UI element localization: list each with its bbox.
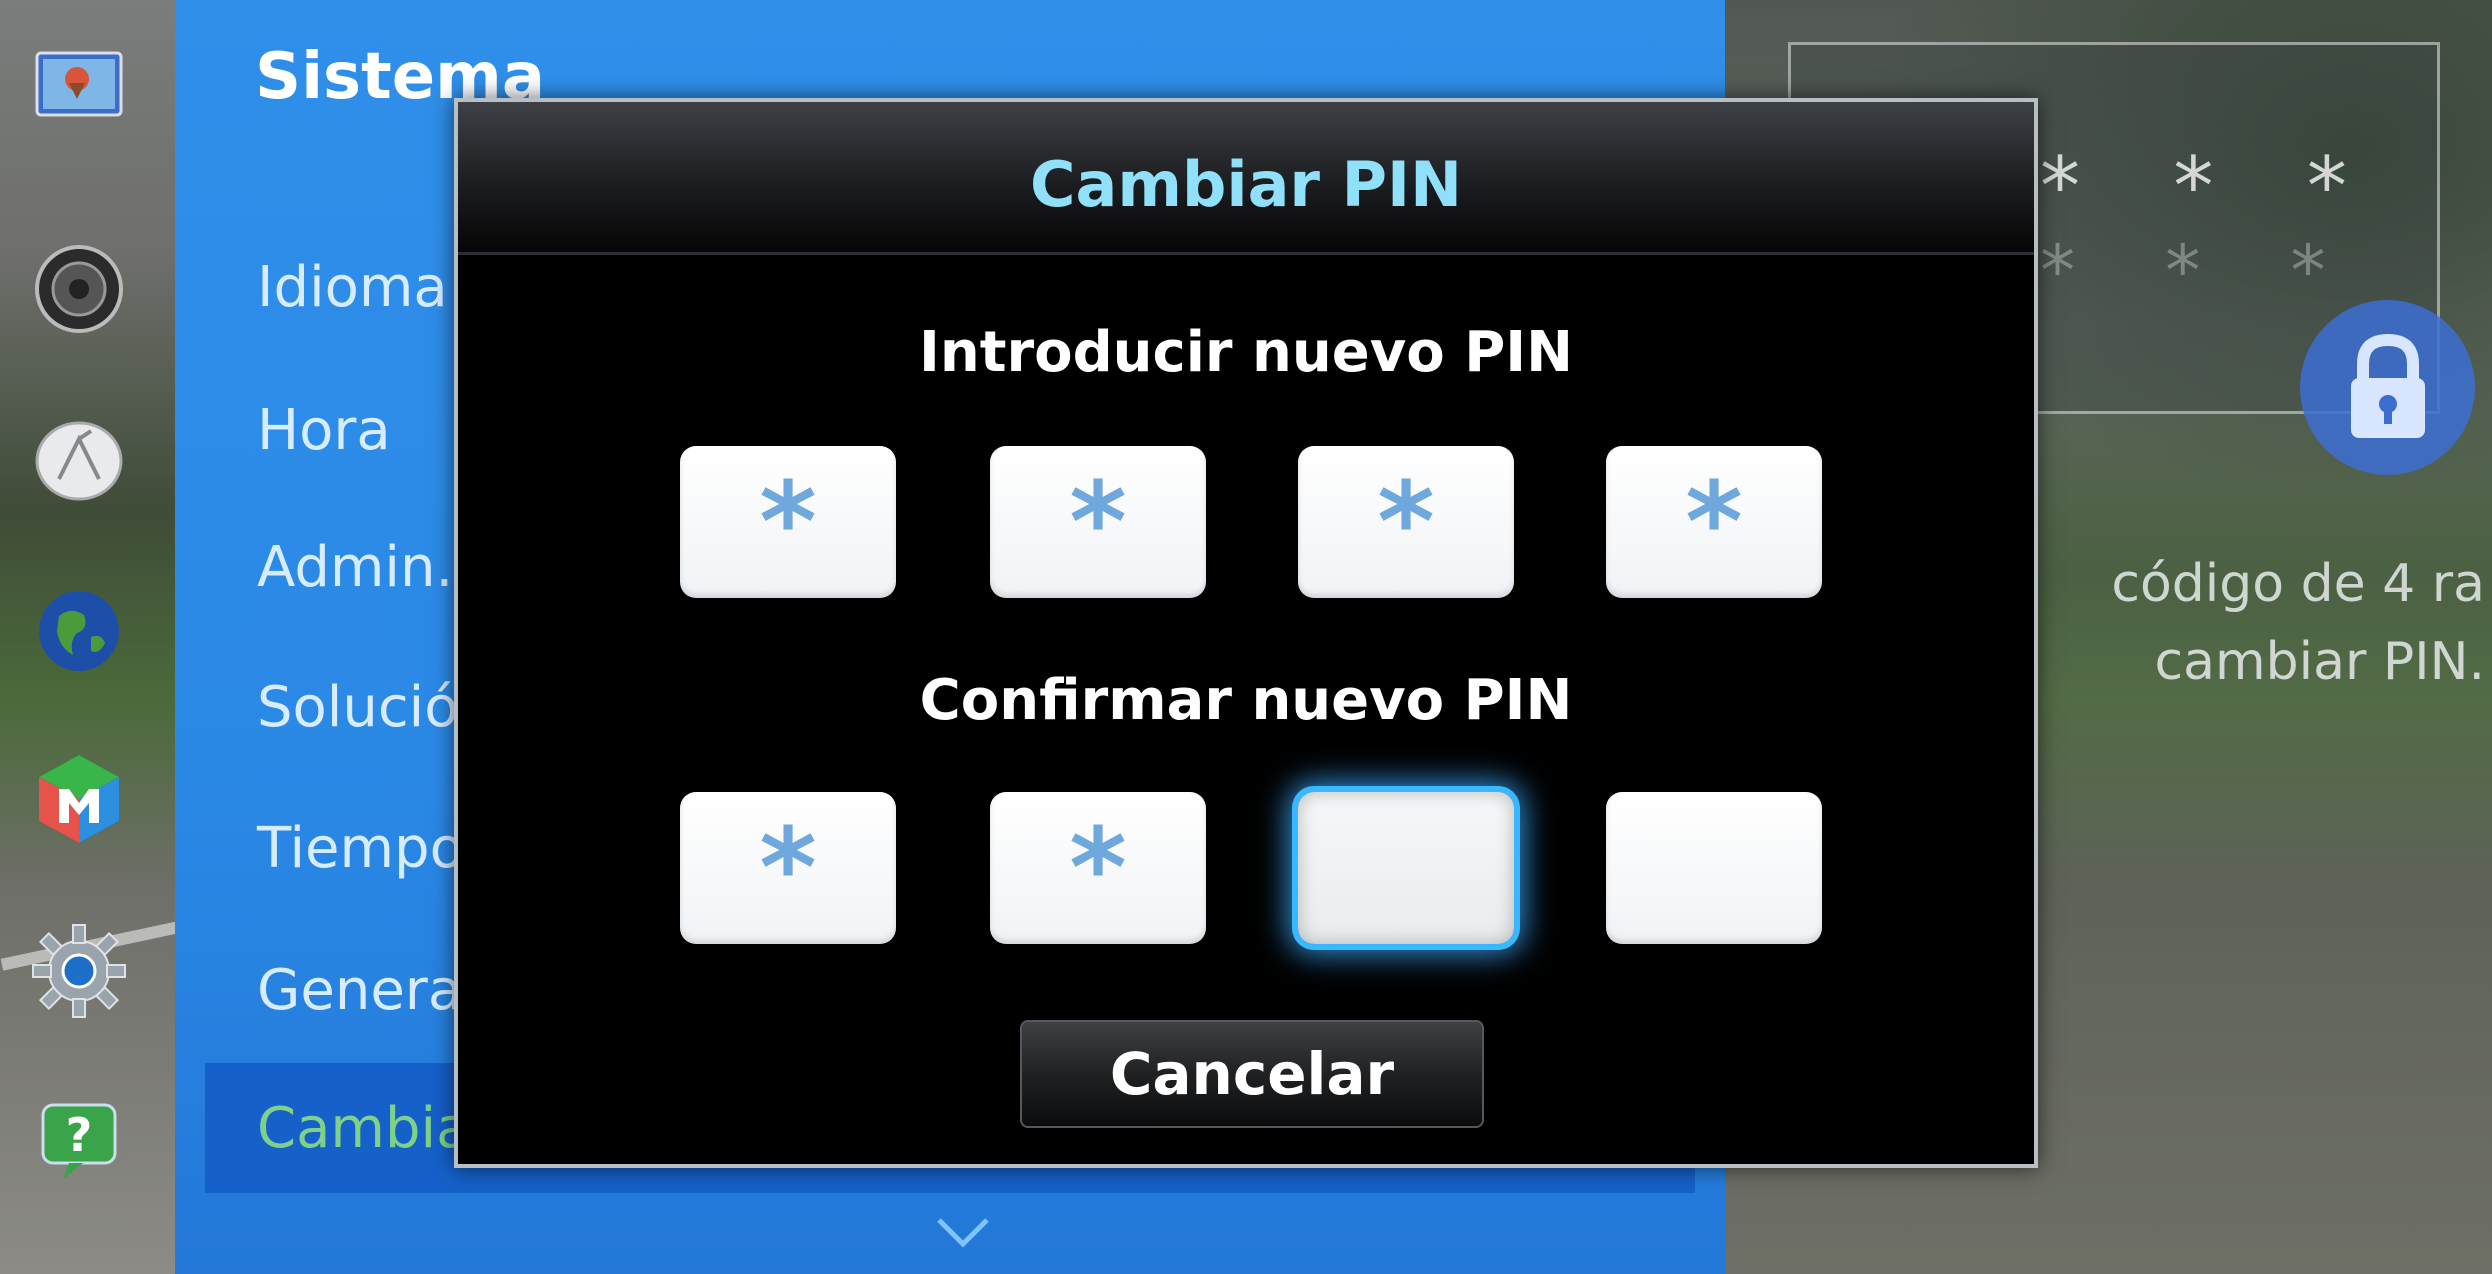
- network-icon[interactable]: [24, 576, 134, 686]
- new-pin-digit-1[interactable]: *: [680, 446, 896, 598]
- confirm-pin-label: Confirmar nuevo PIN: [919, 668, 1573, 733]
- new-pin-digit-3[interactable]: *: [1298, 446, 1514, 598]
- dialog-title: Cambiar PIN: [1030, 148, 1462, 221]
- dialog-header: Cambiar PIN: [458, 102, 2034, 255]
- info-pin-stars: * * *: [2040, 140, 2381, 233]
- svg-text:?: ?: [66, 1108, 93, 1162]
- confirm-pin-digit-1[interactable]: *: [680, 792, 896, 944]
- info-description: código de 4 ra cambiar PIN.: [2111, 554, 2485, 692]
- system-gear-icon[interactable]: [24, 916, 134, 1026]
- menu-item-general[interactable]: General: [257, 958, 478, 1023]
- chevron-down-icon[interactable]: [933, 1212, 993, 1252]
- info-pin-stars-faded: * * *: [2040, 230, 2360, 312]
- smart-hub-icon[interactable]: [24, 744, 134, 854]
- support-icon[interactable]: ?: [24, 1082, 134, 1192]
- picture-icon[interactable]: [24, 28, 134, 138]
- confirm-pin-digit-2[interactable]: *: [990, 792, 1206, 944]
- confirm-pin-digit-4[interactable]: [1606, 792, 1822, 944]
- confirm-pin-digit-3-focused[interactable]: [1298, 792, 1514, 944]
- menu-item-time[interactable]: Hora: [257, 398, 391, 463]
- lock-icon: [2300, 300, 2475, 475]
- new-pin-digit-4[interactable]: *: [1606, 446, 1822, 598]
- cancel-button[interactable]: Cancelar: [1020, 1020, 1484, 1128]
- change-pin-dialog: Cambiar PIN Introducir nuevo PIN * * * *…: [454, 98, 2038, 1168]
- broadcast-icon[interactable]: [24, 404, 134, 514]
- sound-icon[interactable]: [24, 234, 134, 344]
- new-pin-label: Introducir nuevo PIN: [919, 320, 1573, 385]
- new-pin-digit-2[interactable]: *: [990, 446, 1206, 598]
